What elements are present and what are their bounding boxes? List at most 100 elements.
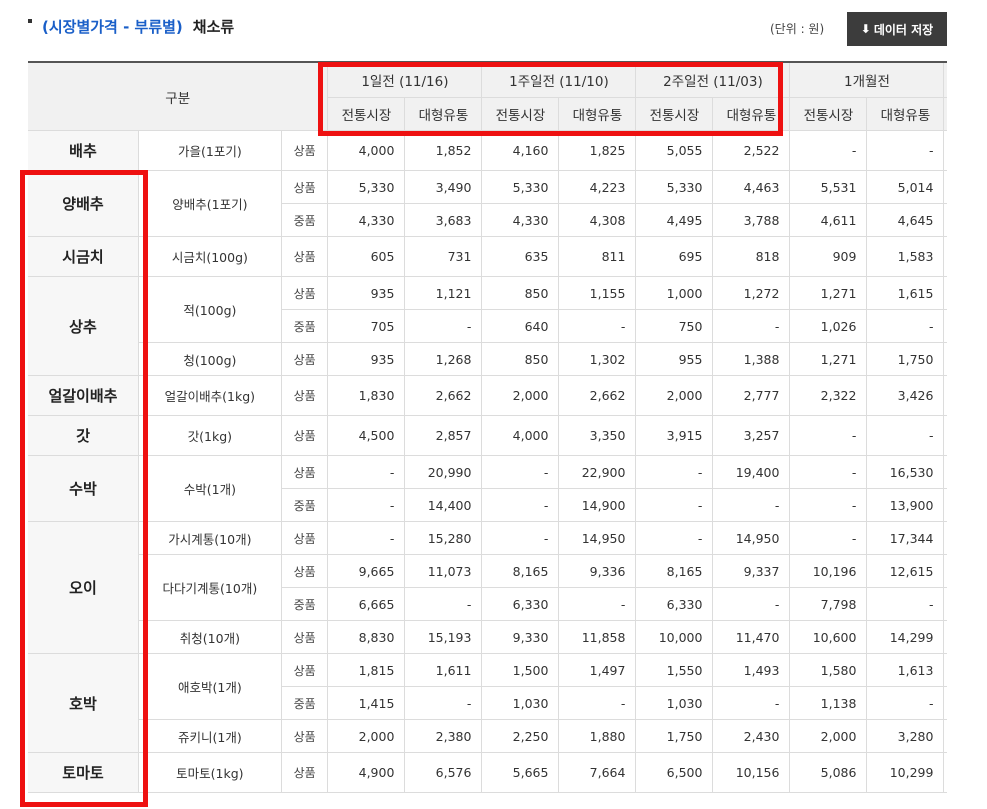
- price-cell: 10,600: [789, 620, 868, 654]
- grade-cell: 중품: [280, 309, 329, 343]
- category-cell: 호박: [28, 653, 139, 753]
- title-link[interactable]: (시장별가격 - 부류별): [42, 16, 183, 37]
- price-cell: -: [481, 455, 560, 489]
- price-table-container[interactable]: 구분 1일전 (11/16) 1주일전 (11/10) 2주일전 (11/03) 1개…: [28, 61, 947, 809]
- header-channel-large: 대형유통: [558, 97, 637, 131]
- price-cell: 1,583: [866, 236, 945, 277]
- category-cell: 양배추: [28, 170, 139, 237]
- price-cell: 11,073: [404, 554, 483, 588]
- price-cell-extra: [943, 521, 947, 555]
- grade-cell: 상품: [280, 719, 329, 753]
- price-cell: 1,388: [712, 342, 791, 376]
- price-cell: 4,611: [789, 203, 868, 237]
- price-cell: 1,825: [558, 130, 637, 171]
- price-cell: 2,857: [404, 415, 483, 456]
- price-cell: 8,165: [635, 554, 714, 588]
- price-cell: 4,308: [558, 203, 637, 237]
- price-cell-extra: [943, 342, 947, 376]
- price-cell: 5,086: [789, 752, 868, 793]
- price-cell: 8,830: [327, 620, 406, 654]
- price-cell: 3,490: [404, 170, 483, 204]
- data-save-button-label: 데이터 저장: [873, 22, 934, 37]
- price-cell-extra: [943, 752, 947, 793]
- category-cell: 갓: [28, 415, 139, 456]
- price-cell: 2,430: [712, 719, 791, 753]
- price-cell-extra: [943, 488, 947, 522]
- price-cell: 4,645: [866, 203, 945, 237]
- item-cell: 양배추(1포기): [137, 170, 282, 237]
- item-cell: 다다기계통(10개): [137, 554, 282, 621]
- price-cell: 6,500: [635, 752, 714, 793]
- price-cell: -: [481, 521, 560, 555]
- table-row: 오이 가시계통(10개) 상품 -15,280-14,950-14,950-17,34…: [28, 521, 947, 654]
- price-cell: 9,330: [481, 620, 560, 654]
- price-cell: 1,815: [327, 653, 406, 687]
- data-save-button[interactable]: ⬇ 데이터 저장: [847, 12, 947, 46]
- price-cell: 7,664: [558, 752, 637, 793]
- price-cell: 15,280: [404, 521, 483, 555]
- header-channel-large: 대형유통: [866, 97, 945, 131]
- price-cell: 1,550: [635, 653, 714, 687]
- price-cell-extra: [943, 130, 947, 171]
- price-cell: 19,400: [712, 455, 791, 489]
- table-row: 호박 애호박(1개) 상품 1,815 1,611 1,500 1,497 1,550 1,49…: [28, 653, 947, 753]
- price-cell: -: [558, 309, 637, 343]
- price-cell: 8,165: [481, 554, 560, 588]
- price-cell: 1,268: [404, 342, 483, 376]
- price-cell: 12,615: [866, 554, 945, 588]
- category-cell: 수박: [28, 455, 139, 522]
- price-cell: -: [866, 309, 945, 343]
- price-cell: -: [558, 686, 637, 720]
- price-cell: 15,193: [404, 620, 483, 654]
- price-cell: -: [866, 686, 945, 720]
- table-row: 취청(10개) 상품 8,830 15,193 9,330 11,858 10,000 11,…: [28, 620, 947, 654]
- price-cell: 1,271: [789, 342, 868, 376]
- price-cell: 22,900: [558, 455, 637, 489]
- grade-cell: 상품: [280, 653, 329, 687]
- grade-cell: 상품: [280, 620, 329, 654]
- price-cell: 2,777: [712, 375, 791, 416]
- grade-cell: 중품: [280, 203, 329, 237]
- price-cell: 6,330: [481, 587, 560, 621]
- item-cell: 쥬키니(1개): [137, 719, 282, 753]
- price-cell: -: [866, 130, 945, 171]
- price-cell: 9,336: [558, 554, 637, 588]
- price-cell: 20,990: [404, 455, 483, 489]
- item-cell: 애호박(1개): [137, 653, 282, 720]
- price-cell: 1,750: [635, 719, 714, 753]
- unit-label: (단위 : 원): [770, 22, 825, 36]
- table-row: 상추 적(100g) 상품 935 1,121 850 1,155 1,000 1,272 1,2…: [28, 276, 947, 376]
- grade-cell: 상품: [280, 752, 329, 793]
- price-cell: 4,900: [327, 752, 406, 793]
- price-cell: 2,000: [789, 719, 868, 753]
- grade-cell: 상품: [280, 170, 329, 204]
- price-cell: 11,470: [712, 620, 791, 654]
- price-cell: 731: [404, 236, 483, 277]
- category-cell: 얼갈이배추: [28, 375, 139, 416]
- price-cell: -: [404, 686, 483, 720]
- price-cell: 6,576: [404, 752, 483, 793]
- header-period-2: 2주일전 (11/03): [635, 61, 791, 98]
- price-cell-extra: [943, 415, 947, 456]
- price-cell: 5,055: [635, 130, 714, 171]
- price-cell: 3,280: [866, 719, 945, 753]
- price-cell: 3,788: [712, 203, 791, 237]
- price-cell: -: [712, 587, 791, 621]
- grade-cell: 상품: [280, 236, 329, 277]
- price-cell-extra: [943, 170, 947, 204]
- item-cell: 청(100g): [137, 342, 282, 376]
- header-channel-traditional: 전통시장: [481, 97, 560, 131]
- price-cell: 850: [481, 342, 560, 376]
- price-cell: 850: [481, 276, 560, 310]
- price-cell: 10,196: [789, 554, 868, 588]
- price-cell-extra: [943, 203, 947, 237]
- item-cell: 취청(10개): [137, 620, 282, 654]
- price-cell: -: [789, 415, 868, 456]
- price-cell: 5,014: [866, 170, 945, 204]
- price-cell: 5,330: [481, 170, 560, 204]
- price-cell: -: [712, 686, 791, 720]
- price-cell: 1,026: [789, 309, 868, 343]
- price-cell: 1,138: [789, 686, 868, 720]
- price-cell: 10,299: [866, 752, 945, 793]
- price-cell: 2,000: [327, 719, 406, 753]
